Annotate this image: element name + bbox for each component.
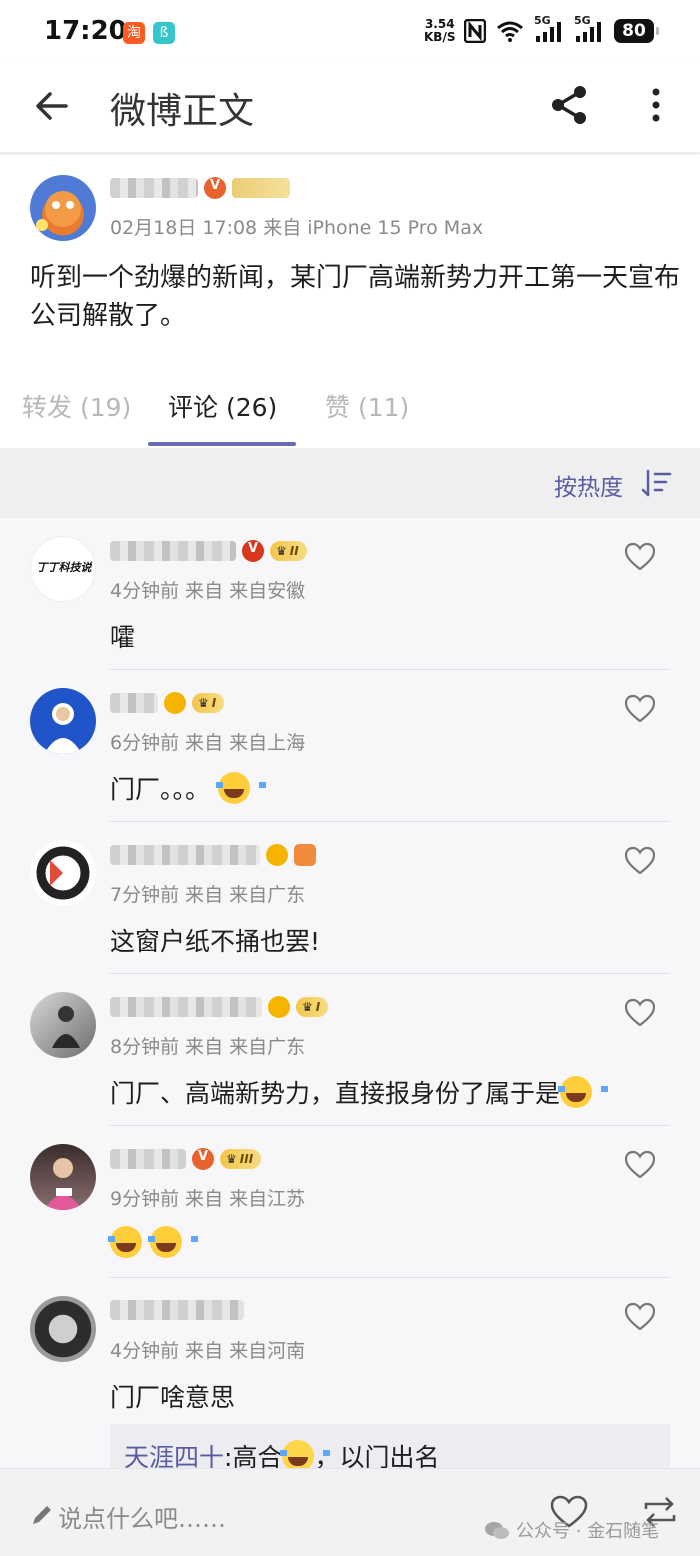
- comment-text: 这窗户纸不捅也罢!: [110, 927, 321, 956]
- verified-badge-icon: [242, 540, 264, 562]
- app-notification-icon: ß: [153, 22, 175, 44]
- status-icons: 5G 5G 80: [464, 14, 659, 46]
- member-dot-icon: [266, 844, 288, 866]
- commenter-row: [110, 1300, 244, 1320]
- member-badge-icon: [232, 178, 290, 198]
- like-heart-icon[interactable]: [624, 846, 656, 876]
- signal-5g-2-icon: 5G: [574, 14, 604, 44]
- sub-reply-author[interactable]: 天涯四十: [124, 1443, 224, 1468]
- comment-text: 嚯: [110, 623, 136, 652]
- tab-reposts[interactable]: 转发 (19): [22, 388, 131, 424]
- post-author-name[interactable]: [110, 178, 198, 198]
- comment-item: III 9分钟前 来自 来自江苏: [0, 1126, 700, 1278]
- sort-bar: 按热度: [0, 448, 700, 518]
- pencil-icon: [33, 1506, 51, 1524]
- more-options-icon[interactable]: [640, 84, 672, 126]
- like-heart-icon[interactable]: [624, 694, 656, 724]
- commenter-avatar[interactable]: 丁丁科技说: [30, 536, 96, 602]
- comment-text: 门厂啥意思: [110, 1383, 236, 1412]
- status-time: 17:20: [44, 16, 127, 46]
- comment-item: 丁丁科技说 II 4分钟前 来自 来自安徽 嚯: [0, 518, 700, 670]
- signal-5g-1-icon: 5G: [534, 14, 564, 44]
- weibo-post: 02月18日 17:08 来自 iPhone 15 Pro Max 听到一个劲爆…: [0, 155, 700, 360]
- member-level-badge: I: [192, 693, 225, 713]
- sweat-emoji-icon: [280, 1440, 331, 1468]
- comment-item: I 6分钟前 来自 来自上海 门厂。。。: [0, 670, 700, 822]
- commenter-name[interactable]: [110, 997, 262, 1017]
- comment-meta: 9分钟前 来自 来自江苏: [110, 1188, 306, 1210]
- commenter-avatar[interactable]: [30, 840, 96, 906]
- bottom-comment-bar: 说点什么吧…… 公众号 · 金石随笔: [0, 1468, 700, 1556]
- post-author-avatar[interactable]: [30, 175, 96, 241]
- watermark: 公众号 · 金石随笔: [484, 1517, 659, 1543]
- laugh-cry-emoji-icon: [108, 1226, 158, 1258]
- verified-badge-icon: [204, 177, 226, 199]
- laugh-cry-emoji-icon: [215, 772, 266, 804]
- status-bar: 17:20 淘 ß 3.54 KB/S 5G 5G 80: [0, 0, 700, 64]
- post-tabs: 转发 (19) 评论 (26) 赞 (11): [0, 360, 700, 448]
- comment-meta: 4分钟前 来自 来自河南: [110, 1340, 306, 1362]
- commenter-avatar[interactable]: [30, 992, 96, 1058]
- network-speed: 3.54 KB/S: [424, 17, 456, 44]
- comment-text: 门厂、高端新势力，直接报身份了属于是: [110, 1074, 609, 1110]
- member-dot-icon: [164, 692, 186, 714]
- comment-item: I 8分钟前 来自 来自广东 门厂、高端新势力，直接报身份了属于是: [0, 974, 700, 1126]
- commenter-avatar[interactable]: [30, 688, 96, 754]
- like-heart-icon[interactable]: [624, 1302, 656, 1332]
- sort-icon[interactable]: [640, 468, 672, 498]
- commenter-name[interactable]: [110, 1300, 244, 1320]
- post-author-row: [110, 177, 290, 199]
- comment-text: [108, 1226, 198, 1258]
- commenter-avatar[interactable]: [30, 1144, 96, 1210]
- commenter-row: I: [110, 692, 225, 714]
- commenter-avatar[interactable]: [30, 1296, 96, 1362]
- verified-badge-icon: [192, 1148, 214, 1170]
- share-icon[interactable]: [548, 84, 590, 126]
- member-level-badge: III: [220, 1149, 262, 1169]
- member-level-badge: II: [270, 541, 307, 561]
- comment-meta: 8分钟前 来自 来自广东: [110, 1036, 306, 1058]
- sub-reply-box[interactable]: 天涯四十:高合 ，以门出名: [110, 1424, 670, 1468]
- post-text: 听到一个劲爆的新闻，某门厂高端新势力开工第一天宣布公司解散了。: [30, 263, 681, 331]
- comments-list: 丁丁科技说 II 4分钟前 来自 来自安徽 嚯 I 6分钟前 来自 来自上海 门…: [0, 518, 700, 1468]
- wifi-icon: [497, 21, 523, 42]
- post-meta: 02月18日 17:08 来自 iPhone 15 Pro Max: [110, 217, 484, 239]
- tab-likes[interactable]: 赞 (11): [325, 388, 409, 424]
- tab-comments[interactable]: 评论 (26): [168, 388, 277, 424]
- laugh-cry-emoji-icon: [147, 1226, 198, 1258]
- commenter-name[interactable]: [110, 1149, 186, 1169]
- sub-reply-text: 天涯四十:高合 ，以门出名: [124, 1438, 439, 1468]
- active-tab-indicator: [148, 442, 296, 446]
- comment-meta: 6分钟前 来自 来自上海: [110, 732, 306, 754]
- commenter-row: II: [110, 540, 307, 562]
- sort-by-hot-button[interactable]: 按热度: [554, 468, 623, 502]
- comment-item: 7分钟前 来自 来自广东 这窗户纸不捅也罢!: [0, 822, 700, 974]
- fan-badge-icon: [294, 844, 316, 866]
- nfc-icon: [464, 19, 486, 43]
- commenter-name[interactable]: [110, 845, 260, 865]
- comment-input[interactable]: 说点什么吧……: [58, 1499, 226, 1534]
- taobao-notification-icon: 淘: [123, 22, 145, 44]
- top-app-bar: 微博正文: [0, 64, 700, 152]
- commenter-row: III: [110, 1148, 262, 1170]
- like-heart-icon[interactable]: [624, 1150, 656, 1180]
- page-title: 微博正文: [110, 91, 255, 132]
- comment-text: 门厂。。。: [110, 770, 266, 806]
- battery-icon: 80: [614, 19, 659, 43]
- comment-meta: 4分钟前 来自 来自安徽: [110, 580, 306, 602]
- like-heart-icon[interactable]: [624, 998, 656, 1028]
- member-dot-icon: [268, 996, 290, 1018]
- like-heart-icon[interactable]: [624, 542, 656, 572]
- back-arrow-icon[interactable]: [32, 86, 72, 126]
- member-level-badge: I: [296, 997, 329, 1017]
- commenter-row: [110, 844, 316, 866]
- commenter-row: I: [110, 996, 329, 1018]
- comment-meta: 7分钟前 来自 来自广东: [110, 884, 306, 906]
- commenter-name[interactable]: [110, 693, 158, 713]
- commenter-name[interactable]: [110, 541, 236, 561]
- laugh-cry-emoji-icon: [558, 1076, 609, 1108]
- wechat-icon: [485, 1522, 509, 1539]
